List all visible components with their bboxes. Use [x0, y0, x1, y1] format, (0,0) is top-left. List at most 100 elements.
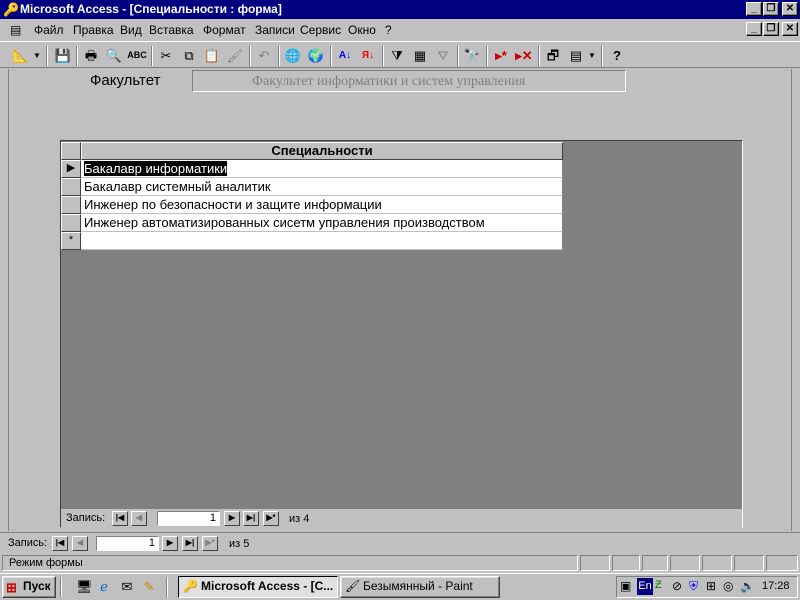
filter-by-selection-icon[interactable]: ⧩ [386, 46, 408, 66]
outlook-express-icon[interactable]: ✉ [119, 579, 135, 595]
subform-record-number-input[interactable]: 1 [157, 511, 220, 526]
restore-button[interactable]: ❐ [763, 2, 779, 16]
toolbar-separator [538, 46, 540, 66]
find-icon[interactable]: 🔭 [461, 46, 483, 66]
copy-icon[interactable]: ⧉ [178, 46, 200, 66]
new-object-dropdown-icon[interactable]: ▼ [587, 46, 597, 66]
start-label: Пуск [23, 579, 51, 593]
table-row[interactable]: Бакалавр системный аналитик [81, 178, 563, 196]
current-record-icon: ▶ [66, 162, 76, 174]
toolbar: 📐 ▼ 💾 🖶 🔍 ABC ✂ ⧉ 📋 🖌 ↶ 🌐 🌍 A↓ Я↓ ⧩ ▦ ⛛ … [0, 41, 800, 68]
menu-file[interactable]: Файл [34, 23, 64, 37]
archive-icon[interactable]: Ƶ [655, 579, 662, 591]
doc-minimize-button[interactable]: _ [746, 22, 762, 36]
row-selector[interactable] [61, 214, 81, 232]
sort-descending-icon[interactable]: Я↓ [357, 46, 379, 66]
volume-icon[interactable]: ◎ [723, 579, 733, 593]
menu-view[interactable]: Вид [120, 23, 142, 37]
filter-by-form-icon[interactable]: ▦ [409, 46, 431, 66]
subform-nav-label: Запись: [66, 512, 106, 524]
menu-tools[interactable]: Сервис [300, 23, 341, 37]
menu-edit[interactable]: Правка [73, 23, 114, 37]
show-desktop-icon[interactable]: 🖥 [76, 579, 93, 595]
main-next-record-button[interactable]: ▶ [162, 536, 178, 551]
column-header-specialties[interactable]: Специальности [81, 142, 563, 160]
subform-last-record-button[interactable]: ▶| [243, 511, 259, 526]
shield-icon[interactable]: ⛨ [689, 579, 698, 594]
toolbar-separator [278, 46, 280, 66]
new-record-row[interactable] [81, 232, 563, 250]
main-prev-record-button[interactable]: ◀ [72, 536, 88, 551]
undo-icon[interactable]: ↶ [253, 46, 275, 66]
table-row[interactable]: Инженер автоматизированных сисетм управл… [81, 214, 563, 232]
insert-hyperlink-icon[interactable]: 🌐 [282, 46, 304, 66]
new-record-icon[interactable]: ▸* [490, 46, 512, 66]
speaker-icon[interactable]: 🔈 [740, 579, 755, 593]
print-icon[interactable]: 🖶 [80, 46, 102, 66]
paste-icon[interactable]: 📋 [201, 46, 223, 66]
main-record-count: из 5 [229, 538, 250, 550]
doc-close-button[interactable]: ✕ [782, 22, 798, 36]
table-row[interactable]: Бакалавр информатики [81, 160, 563, 178]
apply-filter-icon[interactable]: ⛛ [432, 46, 454, 66]
status-panel [702, 555, 732, 571]
help-icon[interactable]: ? [606, 46, 628, 66]
internet-explorer-icon[interactable]: ℯ [96, 579, 112, 595]
minimize-button[interactable]: _ [746, 2, 762, 16]
format-painter-icon[interactable]: 🖌 [224, 46, 246, 66]
new-row-selector[interactable]: * [61, 232, 81, 250]
database-window-icon[interactable]: 🗗 [542, 46, 564, 66]
channels-icon[interactable]: ✎ [141, 579, 157, 595]
cut-icon[interactable]: ✂ [155, 46, 177, 66]
sort-ascending-icon[interactable]: A↓ [334, 46, 356, 66]
toolbar-separator [330, 46, 332, 66]
menu-insert[interactable]: Вставка [149, 23, 194, 37]
subform-prev-record-button[interactable]: ◀ [131, 511, 147, 526]
antivirus-icon[interactable]: ⊘ [672, 579, 682, 593]
language-indicator[interactable]: En [637, 578, 653, 595]
monitor-icon[interactable]: ⊞ [706, 579, 716, 593]
doc-restore-button[interactable]: ❐ [763, 22, 779, 36]
main-record-number-input[interactable]: 1 [96, 536, 159, 551]
taskbar-item-access[interactable]: 🔑 Microsoft Access - [С... [178, 576, 338, 598]
menu-help[interactable]: ? [385, 23, 392, 37]
menu-window[interactable]: Окно [348, 23, 376, 37]
toolbar-separator [76, 46, 78, 66]
row-selector-current[interactable]: ▶ [61, 160, 81, 178]
menu-records[interactable]: Записи [255, 23, 295, 37]
task-label: Microsoft Access - [С... [201, 579, 334, 593]
toolbar-separator [457, 46, 459, 66]
close-button[interactable]: ✕ [782, 2, 798, 16]
quicklaunch-separator [60, 577, 62, 597]
view-dropdown-icon[interactable]: ▼ [32, 46, 42, 66]
new-object-icon[interactable]: ▤ [565, 46, 587, 66]
status-text: Режим формы [2, 555, 578, 571]
status-panel [642, 555, 668, 571]
subform-next-record-button[interactable]: ▶ [224, 511, 240, 526]
subform-new-record-button[interactable]: ▶* [263, 511, 279, 526]
status-panel [670, 555, 700, 571]
start-button[interactable]: ⊞ Пуск [2, 576, 56, 598]
view-icon[interactable]: 📐 [10, 46, 32, 66]
save-icon[interactable]: 💾 [52, 46, 74, 66]
main-first-record-button[interactable]: |◀ [52, 536, 68, 551]
toolbar-separator [486, 46, 488, 66]
datasheet-select-all[interactable] [61, 142, 81, 160]
spelling-icon[interactable]: ABC [126, 46, 148, 66]
status-panel [734, 555, 764, 571]
access-key-icon[interactable]: 🔑 [3, 2, 19, 17]
row-selector[interactable] [61, 196, 81, 214]
main-last-record-button[interactable]: ▶| [182, 536, 198, 551]
web-toolbar-icon[interactable]: 🌍 [305, 46, 327, 66]
menu-format[interactable]: Формат [203, 23, 246, 37]
taskbar-item-paint[interactable]: 🖌 Безымянный - Paint [340, 576, 500, 598]
main-new-record-button[interactable]: ▶* [202, 536, 218, 551]
delete-record-icon[interactable]: ▸✕ [513, 46, 535, 66]
print-preview-icon[interactable]: 🔍 [103, 46, 125, 66]
subform-first-record-button[interactable]: |◀ [112, 511, 128, 526]
toolbar-separator [382, 46, 384, 66]
form-doc-icon[interactable]: ▤ [10, 23, 21, 37]
network-icon[interactable]: ▣ [620, 579, 631, 593]
row-selector[interactable] [61, 178, 81, 196]
table-row[interactable]: Инженер по безопасности и защите информа… [81, 196, 563, 214]
